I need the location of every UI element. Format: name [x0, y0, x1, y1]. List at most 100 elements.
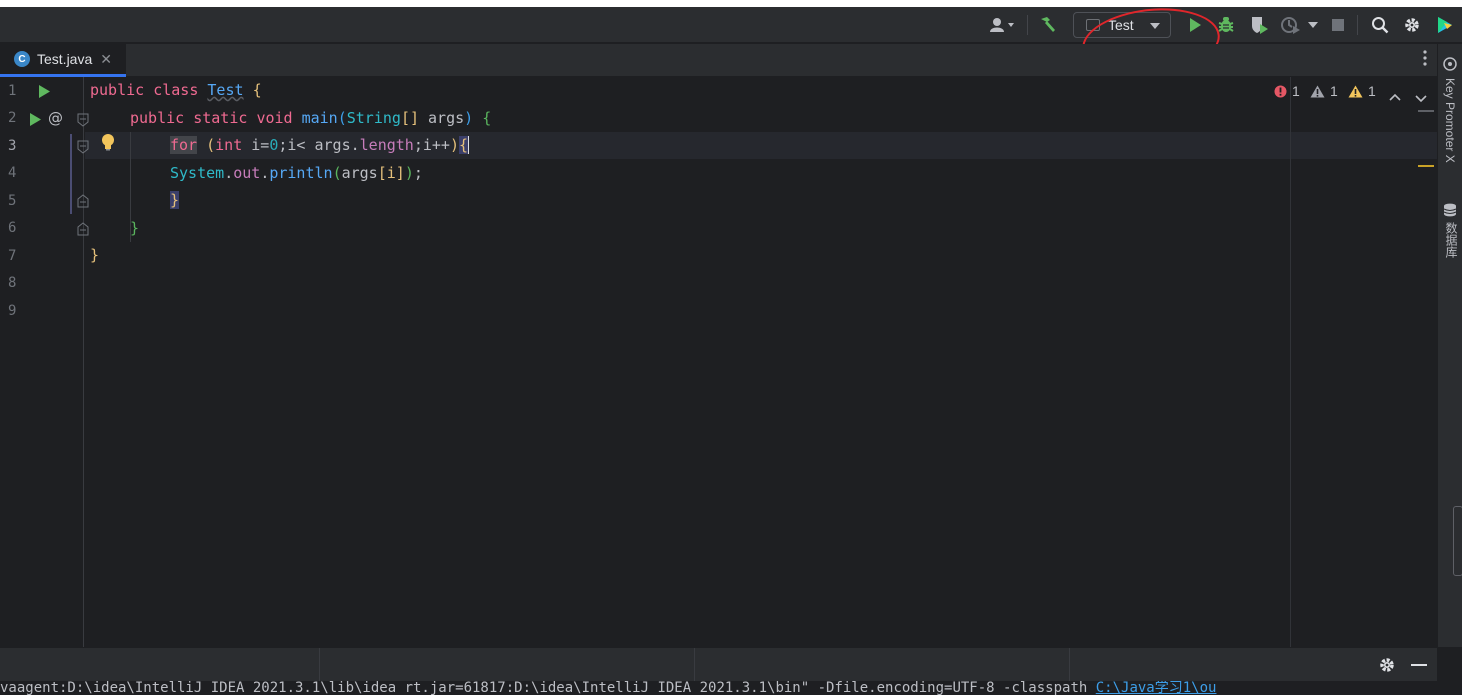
code-token: }: [130, 219, 140, 237]
fold-end-icon[interactable]: [77, 222, 89, 240]
fold-end-icon[interactable]: [77, 194, 89, 212]
console-text: vaagent:D:\idea\IntelliJ IDEA 2021.3.1\l…: [0, 681, 1096, 695]
line-number: 8: [8, 275, 17, 291]
build-hammer-icon[interactable]: [1035, 7, 1061, 43]
code-line-7: }: [90, 242, 99, 269]
coverage-icon[interactable]: [1246, 7, 1272, 43]
code-token: ;i++: [413, 136, 450, 154]
side-scroll-handle[interactable]: [1453, 506, 1462, 576]
profile-icon[interactable]: [1278, 7, 1304, 43]
jetbrains-logo-icon[interactable]: [1432, 7, 1458, 43]
code-token: ): [449, 136, 459, 154]
code-token: (: [337, 109, 347, 127]
weak-warning-count: 1: [1368, 83, 1376, 99]
code-line-5: }: [170, 187, 180, 214]
code-token: ): [404, 164, 414, 182]
database-icon: [1443, 202, 1457, 221]
code-token: args: [428, 109, 465, 127]
stop-icon[interactable]: [1327, 7, 1349, 43]
tool-window-database[interactable]: 数据库: [1443, 222, 1460, 258]
code-token: }: [90, 246, 100, 264]
code-token: {: [482, 109, 492, 127]
code-token: println: [269, 164, 333, 182]
run-gutter-icon[interactable]: [38, 84, 50, 102]
weak-warning-icon: [1348, 85, 1363, 97]
code-token: }: [170, 191, 180, 209]
code-token: .: [224, 164, 234, 182]
code-token: args: [341, 164, 378, 182]
inspection-warnings[interactable]: 1: [1310, 83, 1338, 99]
code-token: void: [256, 109, 293, 127]
code-token: int: [215, 136, 243, 154]
code-token: String: [346, 109, 401, 127]
chevron-up-icon[interactable]: [1389, 87, 1401, 105]
code-token: public: [130, 109, 185, 127]
fold-icon[interactable]: [77, 140, 89, 158]
editor-tab-bar: C Test.java ✕: [0, 44, 1437, 77]
run-gutter-icon[interactable]: [29, 112, 41, 130]
code-editor[interactable]: 1 2 3 4 5 6 7 8 9 @ public class Test {…: [0, 77, 1437, 647]
code-line-6: }: [130, 215, 139, 242]
tab-test-java[interactable]: C Test.java ✕: [0, 44, 126, 77]
code-token: i=: [251, 136, 270, 154]
debug-icon[interactable]: [1213, 7, 1239, 43]
chevron-down-icon: [1150, 23, 1160, 29]
minimize-icon[interactable]: [1411, 664, 1427, 666]
code-token: ;i< args.: [278, 136, 360, 154]
code-token: (: [206, 136, 216, 154]
settings-icon[interactable]: [1378, 656, 1396, 678]
profile-dropdown-icon[interactable]: [1305, 7, 1321, 43]
code-line-2: public static void main(String[] args) {: [130, 105, 491, 132]
at-annotation-icon[interactable]: @: [48, 109, 63, 127]
code-line-4: System.out.println(args[i]);: [170, 160, 423, 187]
line-number: 7: [8, 248, 17, 264]
code-token: ;: [413, 164, 423, 182]
more-vertical-icon[interactable]: [1423, 50, 1427, 70]
code-token: .: [260, 164, 270, 182]
right-tool-strip: Key Promoter X 数据库: [1437, 44, 1462, 647]
class-name: Test: [207, 81, 244, 99]
code-token: for: [170, 136, 198, 154]
console-output[interactable]: vaagent:D:\idea\IntelliJ IDEA 2021.3.1\l…: [0, 681, 1462, 695]
code-token: length: [359, 136, 414, 154]
method-name: main: [301, 109, 338, 127]
code-token: {: [252, 81, 262, 99]
scrollbar-marker: [1418, 165, 1434, 167]
chevron-down-icon[interactable]: [1415, 89, 1427, 107]
warning-count: 1: [1330, 83, 1338, 99]
code-token: []: [400, 109, 419, 127]
code-token: [i]: [377, 164, 405, 182]
lightbulb-icon[interactable]: [101, 133, 115, 155]
tab-label: Test.java: [37, 51, 93, 67]
line-number: 9: [8, 303, 17, 319]
line-number: 3: [8, 138, 17, 154]
code-line-3: for (int i=0;i< args.length;i++){: [170, 132, 470, 159]
console-path-link[interactable]: C:\Java学习1\ou: [1096, 681, 1217, 695]
inspection-weak-warnings[interactable]: 1: [1348, 83, 1376, 99]
error-icon: [1274, 85, 1287, 97]
scrollbar-marker: [1418, 110, 1434, 112]
fold-icon[interactable]: [77, 113, 89, 131]
run-icon[interactable]: [1183, 7, 1207, 43]
main-toolbar: Test: [0, 1, 1462, 83]
line-number: 5: [8, 193, 17, 209]
run-configuration-selector[interactable]: Test: [1073, 12, 1171, 38]
run-panel-header: [0, 647, 1437, 682]
code-token: public: [90, 81, 145, 99]
settings-icon[interactable]: [1399, 7, 1425, 43]
line-number: 4: [8, 165, 17, 181]
code-line-1: public class Test {: [90, 77, 262, 104]
right-margin-guide: [1290, 77, 1291, 647]
vcs-change-marker[interactable]: [70, 134, 72, 214]
line-number: 1: [8, 83, 17, 99]
inspection-errors[interactable]: 1: [1274, 83, 1300, 99]
java-class-icon: C: [14, 51, 30, 67]
run-config-icon: [1086, 19, 1100, 31]
warning-icon: [1310, 85, 1325, 97]
user-icon[interactable]: [985, 7, 1019, 43]
code-token: System: [170, 164, 225, 182]
tool-window-key-promoter[interactable]: Key Promoter X: [1443, 78, 1457, 163]
close-icon[interactable]: ✕: [100, 51, 112, 68]
search-icon[interactable]: [1367, 7, 1393, 43]
gutter: 1 2 3 4 5 6 7 8 9 @: [0, 77, 89, 647]
